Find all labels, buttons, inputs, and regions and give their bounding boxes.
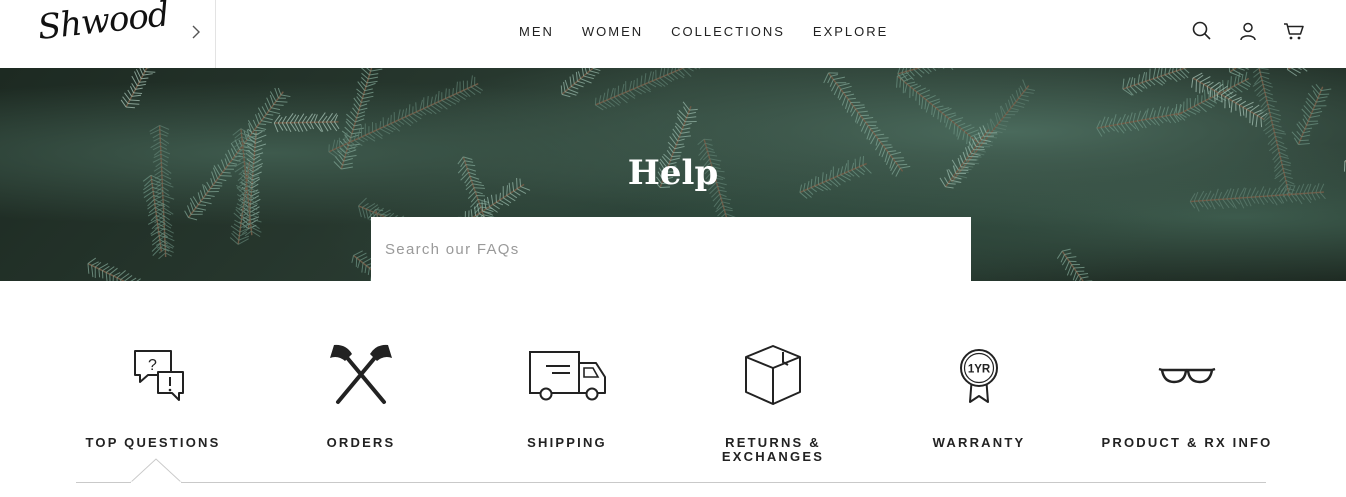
category-label: TOP QUESTIONS bbox=[85, 435, 221, 450]
category-product-rx-info[interactable]: PRODUCT & RX INFO bbox=[1087, 330, 1287, 450]
active-category-pointer bbox=[130, 458, 182, 483]
category-label: WARRANTY bbox=[932, 435, 1026, 450]
box-icon bbox=[745, 345, 801, 405]
chevron-right-icon[interactable] bbox=[186, 22, 206, 42]
glasses-icon bbox=[1158, 367, 1216, 384]
warranty-badge-text: 1YR bbox=[968, 364, 991, 376]
category-shipping[interactable]: SHIPPING bbox=[467, 330, 667, 450]
category-returns-exchanges[interactable]: RETURNS & EXCHANGES bbox=[673, 330, 873, 464]
site-header: Shwood MEN WOMEN COLLECTIONS EXPLORE bbox=[0, 0, 1346, 68]
cart-icon[interactable] bbox=[1282, 19, 1306, 43]
nav-men[interactable]: MEN bbox=[519, 24, 554, 39]
category-label: SHIPPING bbox=[527, 435, 607, 450]
category-warranty[interactable]: 1YR WARRANTY bbox=[879, 330, 1079, 450]
category-orders[interactable]: ORDERS bbox=[261, 330, 461, 450]
category-label: ORDERS bbox=[326, 435, 396, 450]
warranty-badge-icon: 1YR bbox=[960, 349, 998, 403]
truck-icon bbox=[529, 351, 606, 401]
crossed-axes-icon bbox=[330, 344, 392, 404]
categories-divider bbox=[76, 482, 1266, 483]
nav-collections[interactable]: COLLECTIONS bbox=[671, 24, 785, 39]
category-label: PRODUCT & RX INFO bbox=[1101, 435, 1273, 450]
help-categories: ? TOP QUESTIONS ORDERS SHIPPING RETURNS … bbox=[76, 330, 1270, 482]
main-nav: MEN WOMEN COLLECTIONS EXPLORE bbox=[505, 0, 902, 62]
faq-search-input[interactable] bbox=[371, 217, 971, 281]
shwood-logo[interactable]: Shwood bbox=[36, 0, 170, 48]
page-title: Help bbox=[627, 153, 719, 193]
nav-women[interactable]: WOMEN bbox=[582, 24, 643, 39]
logo-area[interactable]: Shwood bbox=[0, 0, 216, 68]
question-chat-icon: ? bbox=[134, 350, 184, 401]
category-label: RETURNS & EXCHANGES bbox=[721, 435, 825, 464]
header-actions bbox=[1190, 19, 1306, 43]
search-icon[interactable] bbox=[1190, 19, 1214, 43]
svg-text:?: ? bbox=[148, 357, 157, 374]
account-icon[interactable] bbox=[1236, 19, 1260, 43]
help-hero: Help bbox=[0, 68, 1346, 281]
nav-explore[interactable]: EXPLORE bbox=[813, 24, 888, 39]
category-top-questions[interactable]: ? TOP QUESTIONS bbox=[53, 330, 253, 450]
